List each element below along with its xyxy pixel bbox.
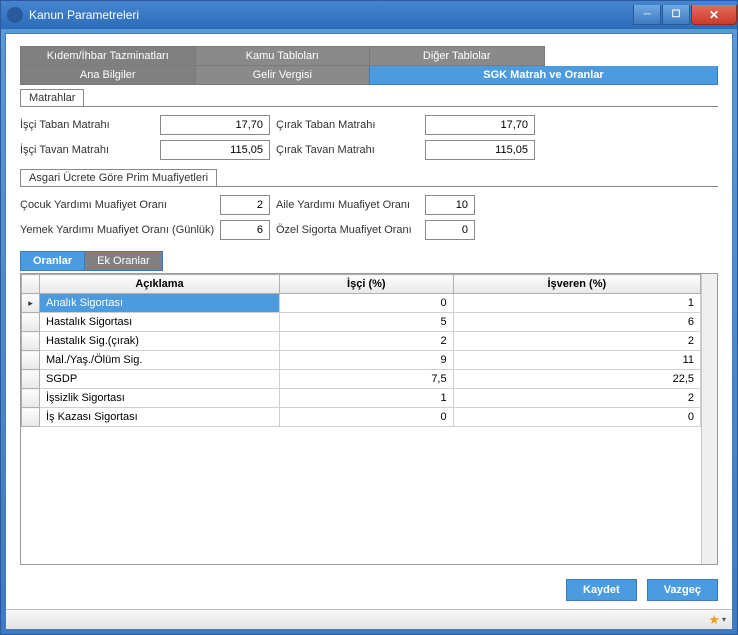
cocuk-input[interactable] [220, 195, 270, 215]
save-button[interactable]: Kaydet [566, 579, 637, 601]
star-icon[interactable]: ★ [708, 612, 720, 628]
top-tabs-row1: Kıdem/İhbar Tazminatları Kamu Tabloları … [20, 46, 718, 66]
window: Kanun Parametreleri ─ ☐ ✕ Kıdem/İhbar Ta… [0, 0, 738, 635]
chevron-down-icon[interactable]: ▾ [722, 615, 726, 624]
grid: Açıklama İşçi (%) İşveren (%) Analık Sig… [20, 273, 718, 565]
group-asgari-label: Asgari Ücrete Göre Prim Muafiyetleri [20, 169, 217, 187]
cocuk-label: Çocuk Yardımı Muafiyet Oranı [20, 199, 220, 211]
col-desc[interactable]: Açıklama [40, 275, 280, 294]
col-isci[interactable]: İşçi (%) [280, 275, 454, 294]
cirak-taban-label: Çırak Taban Matrahı [270, 119, 425, 131]
isci-tavan-label: İşçi Tavan Matrahı [20, 144, 160, 156]
isci-taban-input[interactable] [160, 115, 270, 135]
titlebar[interactable]: Kanun Parametreleri ─ ☐ ✕ [1, 1, 737, 29]
cirak-tavan-label: Çırak Tavan Matrahı [270, 144, 425, 156]
tab-sgk[interactable]: SGK Matrah ve Oranlar [369, 66, 718, 85]
tab-ana[interactable]: Ana Bilgiler [20, 66, 195, 85]
sub-tabs: Oranlar Ek Oranlar [20, 251, 718, 271]
isci-taban-label: İşçi Taban Matrahı [20, 119, 160, 131]
table-row[interactable]: Hastalık Sigortası 5 6 [22, 313, 701, 332]
app-icon [7, 7, 23, 23]
statusbar: ★ ▾ [6, 609, 732, 629]
ozel-label: Özel Sigorta Muafiyet Oranı [270, 224, 425, 236]
window-title: Kanun Parametreleri [29, 8, 632, 22]
table-row[interactable]: Hastalık Sig.(çırak) 2 2 [22, 332, 701, 351]
close-button[interactable]: ✕ [691, 5, 737, 25]
table-row[interactable]: Mal./Yaş./Ölüm Sig. 9 11 [22, 351, 701, 370]
subtab-ek[interactable]: Ek Oranlar [85, 251, 163, 271]
table-row[interactable]: İşsizlik Sigortası 1 2 [22, 389, 701, 408]
tab-spacer [545, 46, 719, 66]
yemek-input[interactable] [220, 220, 270, 240]
table-row[interactable]: İş Kazası Sigortası 0 0 [22, 408, 701, 427]
button-bar: Kaydet Vazgeç [6, 571, 732, 609]
aile-label: Aile Yardımı Muafiyet Oranı [270, 199, 425, 211]
col-isveren[interactable]: İşveren (%) [453, 275, 700, 294]
cirak-tavan-input[interactable] [425, 140, 535, 160]
client-area: Kıdem/İhbar Tazminatları Kamu Tabloları … [5, 33, 733, 630]
grid-empty-area [21, 427, 701, 564]
top-tabs-row2: Ana Bilgiler Gelir Vergisi SGK Matrah ve… [20, 66, 718, 85]
vertical-scrollbar[interactable] [701, 274, 717, 564]
maximize-button[interactable]: ☐ [662, 5, 690, 25]
tab-kidem[interactable]: Kıdem/İhbar Tazminatları [20, 46, 195, 66]
aile-input[interactable] [425, 195, 475, 215]
tab-kamu[interactable]: Kamu Tabloları [195, 46, 370, 66]
subtab-oranlar[interactable]: Oranlar [20, 251, 85, 271]
cirak-taban-input[interactable] [425, 115, 535, 135]
cancel-button[interactable]: Vazgeç [647, 579, 718, 601]
table-row[interactable]: Analık Sigortası 0 1 [22, 294, 701, 313]
group-matrahlar-label: Matrahlar [20, 89, 84, 107]
minimize-button[interactable]: ─ [633, 5, 661, 25]
tab-gelir[interactable]: Gelir Vergisi [195, 66, 370, 85]
grid-corner[interactable] [22, 275, 40, 294]
tab-diger[interactable]: Diğer Tablolar [369, 46, 545, 66]
ozel-input[interactable] [425, 220, 475, 240]
yemek-label: Yemek Yardımı Muafiyet Oranı (Günlük) [20, 224, 220, 236]
table-row[interactable]: SGDP 7,5 22,5 [22, 370, 701, 389]
isci-tavan-input[interactable] [160, 140, 270, 160]
